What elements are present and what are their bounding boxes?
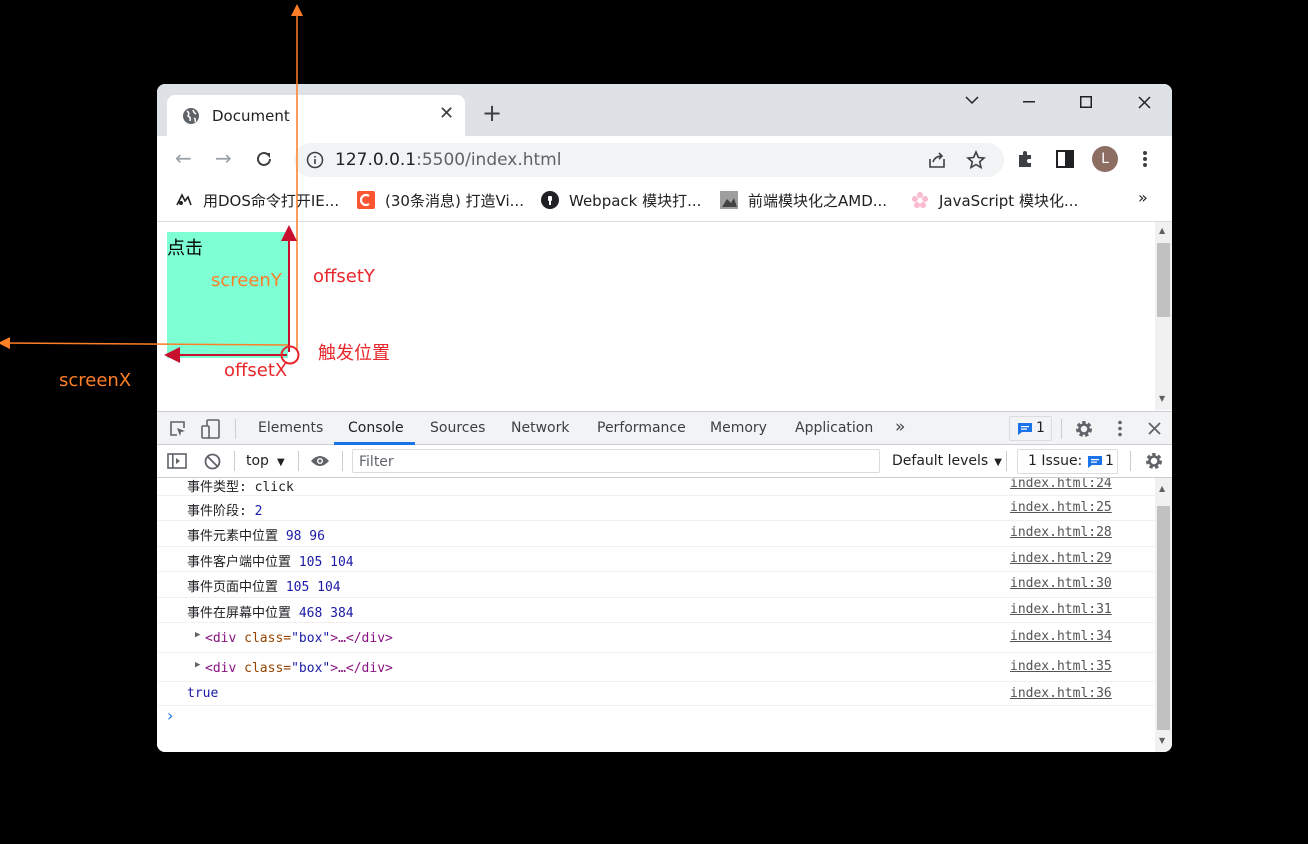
screenx-label: screenX [59, 370, 132, 391]
annotation-overlay [0, 4, 303, 365]
screenx-arrow [0, 337, 291, 350]
